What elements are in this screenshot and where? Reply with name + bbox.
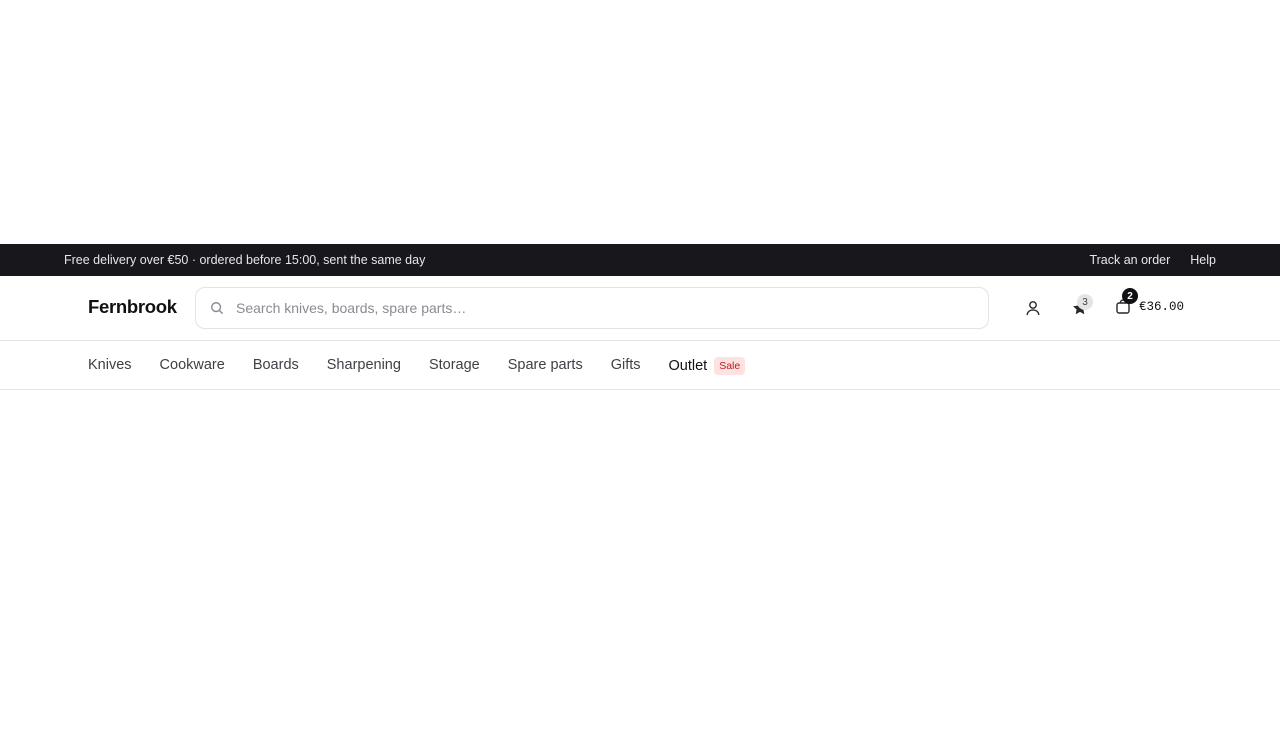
cart-total[interactable]: €36.00 — [1139, 300, 1184, 314]
nav-item-gifts[interactable]: Gifts — [611, 357, 641, 373]
utility-links: Track an order Help — [1089, 253, 1216, 267]
user-icon[interactable] — [1024, 299, 1042, 317]
search-input[interactable] — [236, 288, 976, 328]
logo[interactable]: Fernbrook — [88, 296, 177, 318]
track-order-link[interactable]: Track an order — [1089, 253, 1170, 267]
category-nav: Knives Cookware Boards Sharpening Storag… — [0, 341, 1280, 390]
nav-item-storage[interactable]: Storage — [429, 357, 480, 373]
nav-item-knives[interactable]: Knives — [88, 357, 132, 373]
nav-item-sharpening[interactable]: Sharpening — [327, 357, 401, 373]
sale-badge: Sale — [714, 356, 746, 376]
nav-item-cookware[interactable]: Cookware — [160, 357, 225, 373]
cart-count-badge: 2 — [1122, 288, 1138, 304]
outlet-label: Outlet — [668, 358, 708, 374]
nav-item-boards[interactable]: Boards — [253, 357, 299, 373]
help-link[interactable]: Help — [1190, 253, 1216, 267]
category-nav-items: Knives Cookware Boards Sharpening Storag… — [88, 341, 746, 389]
wishlist-count-badge: 3 — [1077, 294, 1093, 310]
announcement-bar: Free delivery over €50 · ordered before … — [0, 244, 1280, 276]
nav-item-spare-parts[interactable]: Spare parts — [508, 357, 583, 373]
announcement-text: Free delivery over €50 · ordered before … — [64, 253, 426, 267]
page: Free delivery over €50 · ordered before … — [0, 0, 1280, 736]
nav-item-outlet[interactable]: Outlet Sale — [669, 355, 746, 376]
search-bar[interactable] — [195, 287, 989, 329]
search-icon — [211, 302, 223, 314]
